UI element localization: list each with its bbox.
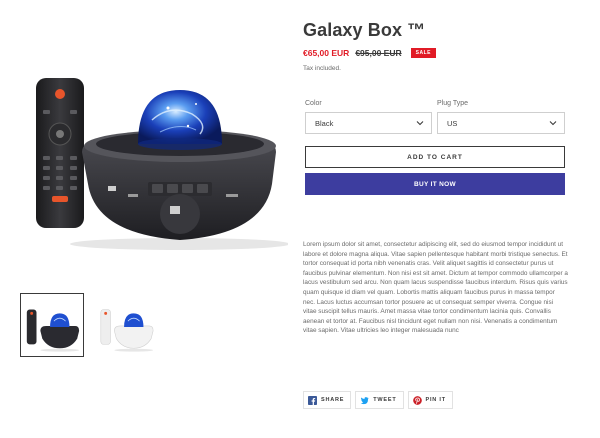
chevron-down-icon xyxy=(549,121,557,126)
thumbnail-white[interactable] xyxy=(94,293,158,357)
twitter-icon xyxy=(360,396,369,404)
color-select[interactable]: Black xyxy=(305,112,432,134)
product-main-image[interactable] xyxy=(20,34,288,266)
tweet-label: TWEET xyxy=(373,397,397,403)
plug-type-label: Plug Type xyxy=(437,100,469,107)
plug-type-select[interactable]: US xyxy=(437,112,565,134)
thumbnail-list xyxy=(20,293,158,357)
sale-price: €65,00 EUR xyxy=(303,48,350,58)
color-label: Color xyxy=(305,100,322,107)
price-row: €65,00 EUR €95,00 EUR SALE xyxy=(303,48,436,58)
add-to-cart-button[interactable]: ADD TO CART xyxy=(305,146,565,168)
color-select-value: Black xyxy=(315,118,334,128)
product-description: Lorem ipsum dolor sit amet, consectetur … xyxy=(303,241,568,335)
share-facebook-button[interactable]: SHARE xyxy=(303,391,352,409)
thumbnail-black[interactable] xyxy=(20,293,84,357)
buy-now-button[interactable]: BUY IT NOW xyxy=(305,173,565,195)
facebook-icon xyxy=(308,395,317,405)
tax-note: Tax included. xyxy=(303,65,341,72)
plug-type-select-value: US xyxy=(447,118,458,128)
share-pinterest-button[interactable]: PIN IT xyxy=(407,391,453,409)
share-twitter-button[interactable]: TWEET xyxy=(355,391,404,409)
regular-price: €95,00 EUR xyxy=(355,48,402,58)
sale-badge: SALE xyxy=(410,48,436,58)
social-share-row: SHARE TWEET PIN IT xyxy=(303,391,453,409)
pinterest-icon xyxy=(412,395,422,405)
share-label: SHARE xyxy=(321,397,345,403)
product-title: Galaxy Box ™ xyxy=(303,20,426,40)
pin-label: PIN IT xyxy=(425,397,446,403)
chevron-down-icon xyxy=(416,121,424,126)
